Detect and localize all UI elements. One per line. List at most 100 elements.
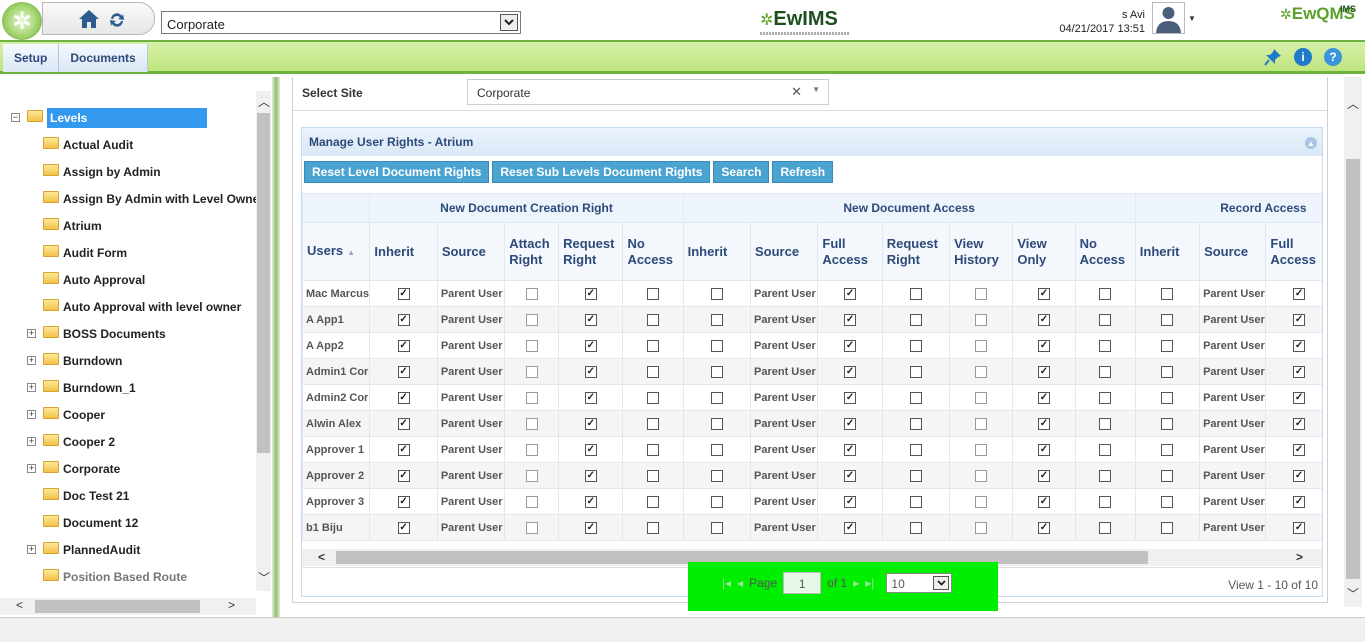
collapse-icon[interactable]: − (11, 113, 20, 122)
chevron-down-icon[interactable] (500, 14, 518, 31)
rights-checkbox[interactable] (909, 391, 922, 404)
rights-checkbox[interactable]: ✓ (844, 391, 857, 404)
rights-checkbox[interactable]: ✓ (397, 391, 410, 404)
tree-item[interactable]: Corporate (43, 458, 120, 480)
page-number-input[interactable]: 1 (783, 572, 822, 594)
menu-tab-documents[interactable]: Documents (59, 44, 148, 72)
rights-checkbox[interactable] (1099, 443, 1112, 456)
tree-item[interactable]: Actual Audit (43, 134, 133, 156)
column-header[interactable]: Inherit (1134, 222, 1201, 281)
refresh-button[interactable]: Refresh (772, 161, 834, 183)
column-header[interactable]: Request Right (558, 222, 624, 281)
rights-checkbox[interactable] (710, 313, 723, 326)
tree-item[interactable]: BOSS Documents (43, 323, 166, 345)
tree-item[interactable]: Doc Test 21 (43, 485, 129, 507)
rights-checkbox[interactable] (710, 495, 723, 508)
collapse-icon[interactable]: ▲ (1305, 137, 1317, 149)
tree-item[interactable]: Burndown_1 (43, 377, 136, 399)
expand-icon[interactable]: + (27, 410, 36, 419)
rights-checkbox[interactable] (1161, 287, 1174, 300)
rights-checkbox[interactable] (525, 287, 538, 300)
site-select[interactable]: Corporate (161, 11, 521, 34)
rights-checkbox[interactable] (909, 313, 922, 326)
rights-checkbox[interactable]: ✓ (584, 443, 597, 456)
rights-checkbox[interactable]: ✓ (397, 469, 410, 482)
rights-checkbox[interactable]: ✓ (1293, 495, 1306, 508)
pin-icon[interactable] (1264, 48, 1282, 66)
column-header[interactable]: View History (949, 222, 1014, 281)
rights-checkbox[interactable]: ✓ (584, 339, 597, 352)
expand-icon[interactable]: + (27, 329, 36, 338)
rights-checkbox[interactable]: ✓ (844, 287, 857, 300)
rights-checkbox[interactable] (1161, 521, 1174, 534)
rights-checkbox[interactable]: ✓ (1037, 521, 1050, 534)
rights-checkbox[interactable]: ✓ (397, 443, 410, 456)
rights-checkbox[interactable] (647, 417, 660, 430)
rights-checkbox[interactable] (525, 313, 538, 326)
rights-checkbox[interactable] (1099, 339, 1112, 352)
rights-checkbox[interactable] (909, 469, 922, 482)
rights-checkbox[interactable] (975, 469, 988, 482)
info-icon[interactable]: i (1294, 48, 1312, 66)
rights-checkbox[interactable] (975, 417, 988, 430)
scroll-down-icon[interactable]: ﹀ (1347, 585, 1359, 602)
rights-checkbox[interactable]: ✓ (1293, 469, 1306, 482)
rights-checkbox[interactable]: ✓ (1293, 391, 1306, 404)
scroll-up-icon[interactable]: ︿ (1347, 95, 1359, 112)
column-header[interactable]: Attach Right (504, 222, 560, 281)
rights-checkbox[interactable] (525, 339, 538, 352)
search-button[interactable]: Search (713, 161, 770, 183)
rights-checkbox[interactable] (647, 495, 660, 508)
first-page-icon[interactable]: |◂ (722, 576, 731, 590)
rights-checkbox[interactable]: ✓ (844, 417, 857, 430)
rights-checkbox[interactable]: ✓ (1293, 365, 1306, 378)
rights-checkbox[interactable] (909, 339, 922, 352)
column-header[interactable]: Full Access (817, 222, 883, 281)
main-vertical-scroll-thumb[interactable] (1346, 159, 1360, 579)
rights-checkbox[interactable] (909, 287, 922, 300)
rights-checkbox[interactable] (1161, 469, 1174, 482)
column-header[interactable]: Inherit (682, 222, 752, 281)
rights-checkbox[interactable]: ✓ (1037, 443, 1050, 456)
expand-icon[interactable]: + (27, 356, 36, 365)
rights-checkbox[interactable] (1161, 495, 1174, 508)
tree-item[interactable]: Atrium (43, 215, 102, 237)
rights-checkbox[interactable]: ✓ (1293, 313, 1306, 326)
tree-item[interactable]: Burndown (43, 350, 122, 372)
rights-checkbox[interactable]: ✓ (584, 287, 597, 300)
rights-checkbox[interactable]: ✓ (844, 521, 857, 534)
rights-checkbox[interactable] (710, 287, 723, 300)
panel-splitter[interactable] (272, 77, 280, 617)
rights-checkbox[interactable] (710, 417, 723, 430)
rights-checkbox[interactable]: ✓ (844, 469, 857, 482)
reset-sub-levels-rights-button[interactable]: Reset Sub Levels Document Rights (492, 161, 711, 183)
rights-checkbox[interactable]: ✓ (397, 521, 410, 534)
rights-checkbox[interactable] (710, 521, 723, 534)
rights-checkbox[interactable] (647, 339, 660, 352)
rights-checkbox[interactable] (975, 443, 988, 456)
refresh-icon[interactable] (108, 11, 126, 29)
rights-checkbox[interactable] (710, 339, 723, 352)
rights-checkbox[interactable]: ✓ (844, 313, 857, 326)
user-menu-caret-icon[interactable]: ▼ (1188, 14, 1196, 23)
rights-checkbox[interactable] (525, 495, 538, 508)
scroll-left-icon[interactable]: < (16, 598, 23, 612)
prev-page-icon[interactable]: ◂ (737, 576, 743, 590)
rights-checkbox[interactable] (975, 365, 988, 378)
rights-checkbox[interactable]: ✓ (1037, 417, 1050, 430)
rights-checkbox[interactable] (647, 287, 660, 300)
rights-checkbox[interactable] (647, 391, 660, 404)
rights-checkbox[interactable] (1161, 417, 1174, 430)
rights-checkbox[interactable]: ✓ (1037, 339, 1050, 352)
avatar[interactable] (1152, 2, 1185, 34)
clear-icon[interactable]: ✕ (791, 84, 802, 100)
next-page-icon[interactable]: ▸ (853, 576, 859, 590)
select-site-dropdown[interactable]: Corporate ✕ ▼ (467, 79, 829, 105)
rights-checkbox[interactable] (975, 339, 988, 352)
column-header[interactable]: Source (1199, 222, 1267, 281)
rights-checkbox[interactable]: ✓ (584, 365, 597, 378)
expand-icon[interactable]: + (27, 545, 36, 554)
rights-checkbox[interactable] (647, 443, 660, 456)
column-header[interactable]: No Access (1074, 222, 1136, 281)
rights-checkbox[interactable] (909, 365, 922, 378)
